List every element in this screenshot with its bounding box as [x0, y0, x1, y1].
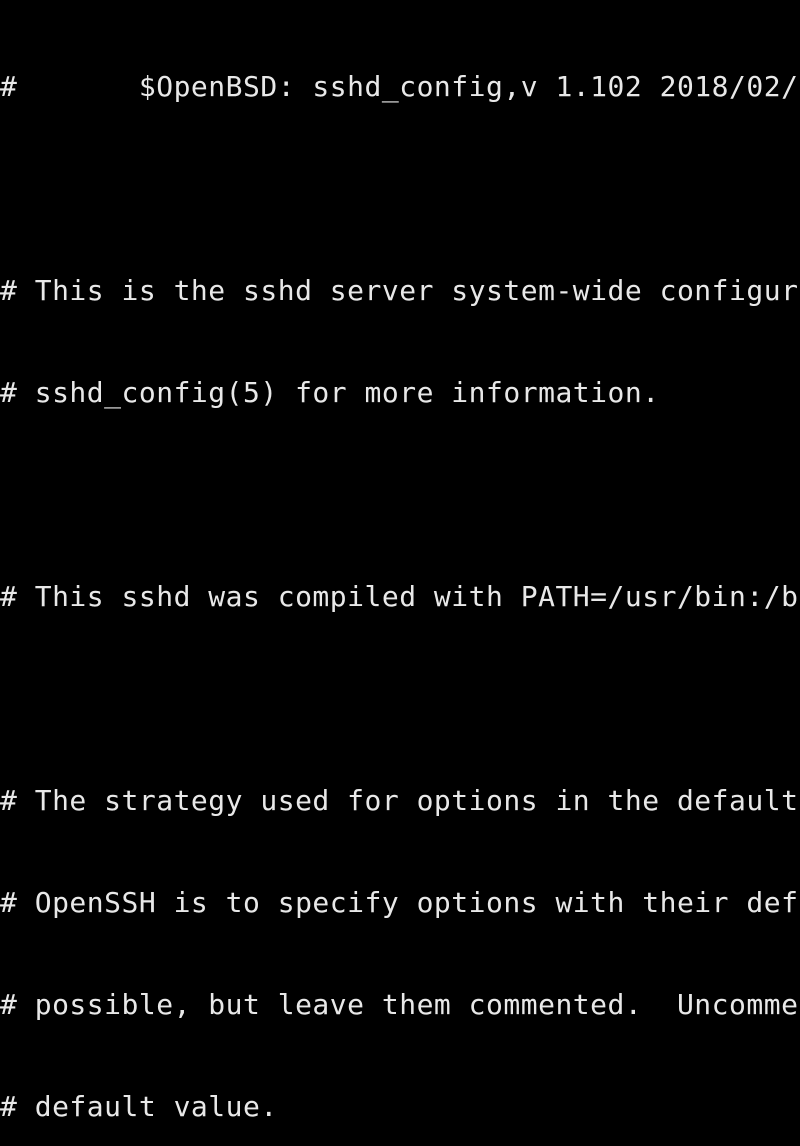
- config-line: # OpenSSH is to specify options with the…: [0, 886, 800, 920]
- config-line: [0, 172, 800, 206]
- config-line: # This sshd was compiled with PATH=/usr/…: [0, 580, 800, 614]
- config-line: # $OpenBSD: sshd_config,v 1.102 2018/02/…: [0, 70, 800, 104]
- config-line: # This is the sshd server system-wide co…: [0, 274, 800, 308]
- config-line: # possible, but leave them commented. Un…: [0, 988, 800, 1022]
- config-line: # The strategy used for options in the d…: [0, 784, 800, 818]
- config-line: # sshd_config(5) for more information.: [0, 376, 800, 410]
- terminal-editor[interactable]: # $OpenBSD: sshd_config,v 1.102 2018/02/…: [0, 2, 800, 1146]
- config-line: # default value.: [0, 1090, 800, 1124]
- config-line: [0, 478, 800, 512]
- config-line: [0, 682, 800, 716]
